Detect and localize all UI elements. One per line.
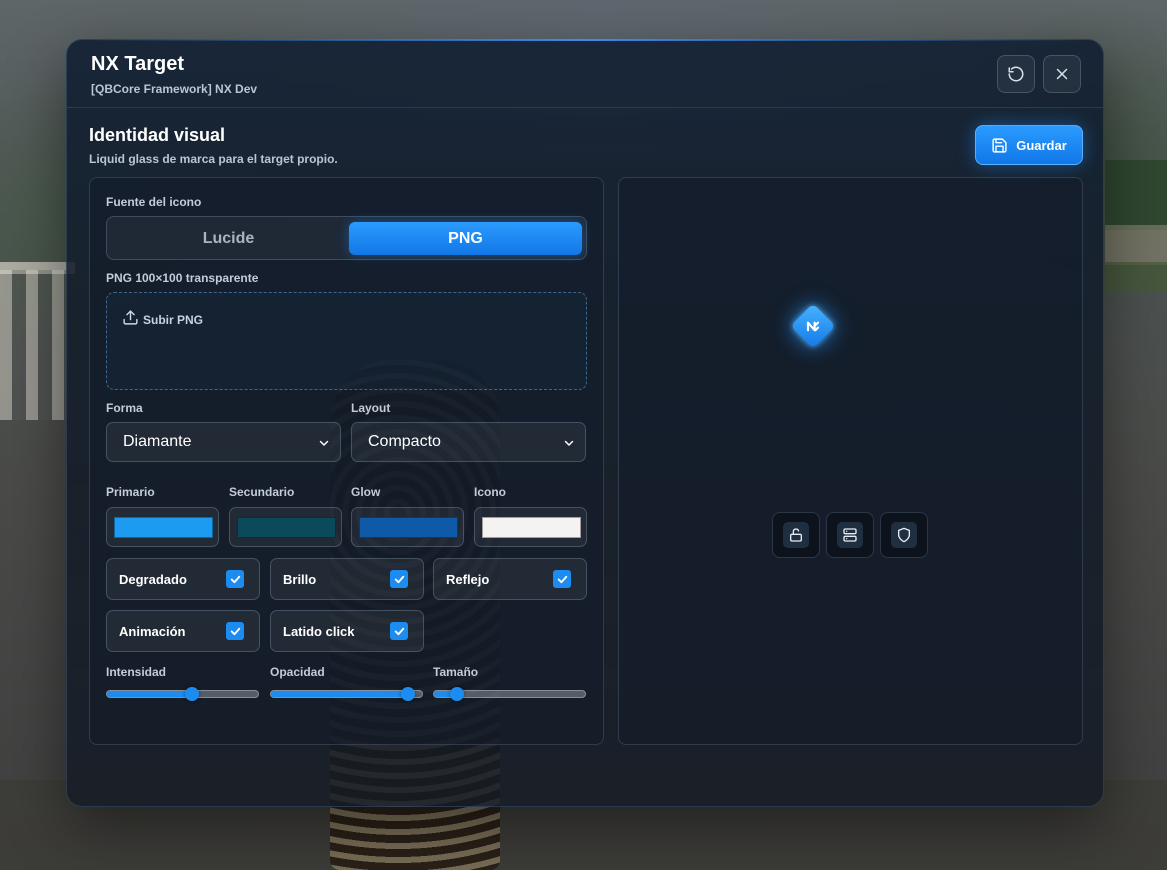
png-upload-label: PNG 100×100 transparente bbox=[106, 271, 259, 285]
checkbox-checked[interactable] bbox=[553, 570, 571, 588]
chevron-down-icon bbox=[564, 440, 574, 446]
color-picker-icon[interactable] bbox=[474, 507, 587, 547]
toggle-shine[interactable]: Brillo bbox=[270, 558, 424, 600]
section-title: Identidad visual bbox=[89, 125, 226, 145]
shape-label: Forma bbox=[106, 401, 143, 415]
color-swatch bbox=[359, 517, 458, 538]
color-picker-primary[interactable] bbox=[106, 507, 219, 547]
save-icon bbox=[992, 137, 1007, 153]
preview-option-unlock[interactable] bbox=[772, 512, 820, 558]
checkbox-checked[interactable] bbox=[226, 622, 244, 640]
preview-option-badge bbox=[783, 522, 809, 548]
layout-select-value: Compacto bbox=[368, 433, 441, 450]
section-subtitle: Liquid glass de marca para el target pro… bbox=[89, 152, 338, 166]
color-label-secondary: Secundario bbox=[229, 485, 295, 499]
check-icon bbox=[230, 575, 240, 583]
preview-option-badge bbox=[837, 522, 863, 548]
check-icon bbox=[230, 627, 240, 635]
background-grass bbox=[1105, 262, 1167, 292]
checkbox-checked[interactable] bbox=[390, 622, 408, 640]
app-subtitle: [QBCore Framework] NX Dev bbox=[91, 82, 258, 96]
slider-intensity[interactable] bbox=[106, 687, 259, 701]
color-label-glow: Glow bbox=[351, 485, 381, 499]
toggle-label: Reflejo bbox=[446, 572, 490, 587]
upload-png-label: Subir PNG bbox=[143, 313, 204, 327]
slider-thumb[interactable] bbox=[185, 687, 199, 701]
preview-option-shield[interactable] bbox=[880, 512, 928, 558]
preview-option-badge bbox=[891, 522, 917, 548]
icon-source-label: Fuente del icono bbox=[106, 195, 202, 209]
slider-thumb[interactable] bbox=[401, 687, 415, 701]
checkbox-checked[interactable] bbox=[226, 570, 244, 588]
rotate-ccw-icon bbox=[1008, 66, 1024, 82]
color-picker-secondary[interactable] bbox=[229, 507, 342, 547]
toggle-animation[interactable]: Animación bbox=[106, 610, 260, 652]
background-wall bbox=[1105, 225, 1167, 265]
x-icon bbox=[1056, 68, 1068, 80]
check-icon bbox=[394, 627, 404, 635]
toggle-reflection[interactable]: Reflejo bbox=[433, 558, 587, 600]
png-upload-dropzone[interactable]: Subir PNG bbox=[106, 292, 587, 390]
panel-header: NX Target [QBCore Framework] NX Dev bbox=[67, 40, 1103, 108]
icon-source-toggle: Lucide PNG bbox=[106, 216, 587, 260]
toggle-label: Brillo bbox=[283, 572, 317, 587]
toggle-label: Latido click bbox=[283, 624, 355, 639]
settings-form: Fuente del icono Lucide PNG PNG 100×100 … bbox=[89, 177, 604, 745]
slider-label-size: Tamaño bbox=[433, 665, 479, 679]
close-button[interactable] bbox=[1043, 55, 1081, 93]
slider-fill bbox=[107, 691, 192, 697]
toggle-label: Degradado bbox=[119, 572, 187, 587]
app-title: NX Target bbox=[91, 53, 184, 75]
color-label-primary: Primario bbox=[106, 485, 155, 499]
color-swatch bbox=[114, 517, 213, 538]
slider-size[interactable] bbox=[433, 687, 586, 701]
preview-options bbox=[772, 512, 928, 558]
slider-fill bbox=[271, 691, 408, 697]
upload-icon bbox=[123, 309, 138, 325]
toggle-gradient[interactable]: Degradado bbox=[106, 558, 260, 600]
slider-label-opacity: Opacidad bbox=[270, 665, 325, 679]
target-preview bbox=[618, 177, 1083, 745]
icon-source-option-lucide[interactable]: Lucide bbox=[112, 222, 345, 255]
check-icon bbox=[557, 575, 567, 583]
layout-label: Layout bbox=[351, 401, 391, 415]
settings-panel: NX Target [QBCore Framework] NX Dev Iden… bbox=[66, 39, 1104, 807]
icon-source-option-png[interactable]: PNG bbox=[349, 222, 582, 255]
color-picker-glow[interactable] bbox=[351, 507, 464, 547]
reset-button[interactable] bbox=[997, 55, 1035, 93]
color-swatch bbox=[237, 517, 336, 538]
slider-opacity[interactable] bbox=[270, 687, 423, 701]
shape-select-value: Diamante bbox=[123, 433, 192, 450]
save-button[interactable]: Guardar bbox=[975, 125, 1083, 165]
background-balustrade bbox=[0, 270, 70, 420]
save-button-label: Guardar bbox=[1016, 137, 1067, 153]
shield-icon bbox=[898, 527, 910, 543]
toggle-label: Animación bbox=[119, 624, 186, 639]
upload-png-button[interactable]: Subir PNG bbox=[122, 307, 203, 327]
server-icon bbox=[843, 528, 857, 542]
layout-select[interactable]: Compacto bbox=[351, 422, 586, 462]
toggle-click-pulse[interactable]: Latido click bbox=[270, 610, 424, 652]
check-icon bbox=[394, 575, 404, 583]
nx-logo-icon bbox=[806, 321, 820, 332]
background-hedge bbox=[1105, 160, 1167, 230]
slider-thumb[interactable] bbox=[450, 687, 464, 701]
checkbox-checked[interactable] bbox=[390, 570, 408, 588]
preview-option-server[interactable] bbox=[826, 512, 874, 558]
preview-target-icon bbox=[790, 303, 836, 349]
shape-select[interactable]: Diamante bbox=[106, 422, 341, 462]
slider-label-intensity: Intensidad bbox=[106, 665, 167, 679]
lock-open-icon bbox=[790, 528, 802, 542]
chevron-down-icon bbox=[319, 440, 329, 446]
color-swatch bbox=[482, 517, 581, 538]
color-label-icon: Icono bbox=[474, 485, 506, 499]
